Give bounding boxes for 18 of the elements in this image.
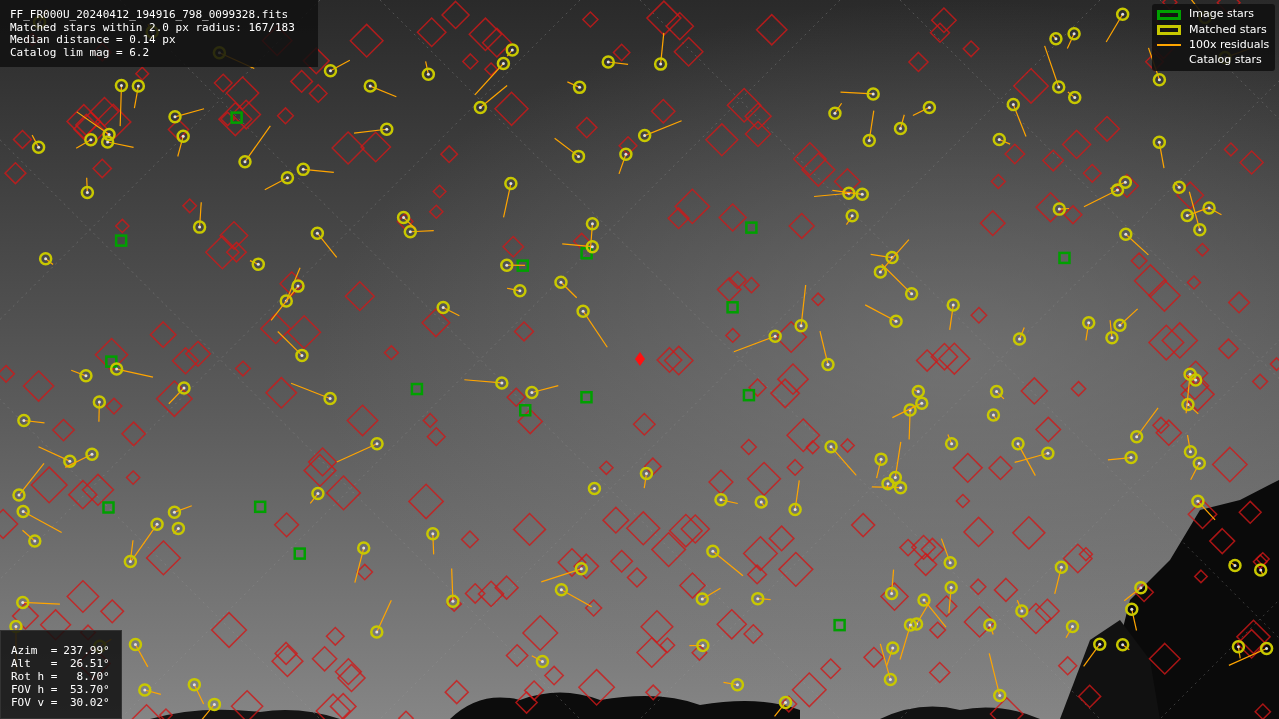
parameter-label: FOV h =	[11, 683, 58, 696]
legend-label: Image stars	[1189, 6, 1254, 23]
info-text: FF_FR000U_20240412_194916_798_0099328.fits	[10, 9, 290, 22]
parameter-value: 26.51°	[68, 657, 110, 670]
parameter-label: Alt =	[11, 657, 58, 670]
info-text: Matched stars within 2.0 px radius: 167/183	[10, 21, 296, 34]
info-text: Catalog lim mag = 6.2	[10, 46, 151, 59]
legend-label: Matched stars	[1189, 21, 1267, 38]
legend-label: 100x residuals	[1189, 36, 1270, 53]
parameter-value: 30.02°	[68, 696, 110, 709]
parameter-value: 8.70°	[75, 670, 110, 683]
legend-label: Catalog stars	[1189, 52, 1262, 69]
parameter-value: 53.70°	[68, 683, 110, 696]
parameter-label: Rot h =	[11, 670, 58, 683]
parameter-value: 237.99°	[63, 644, 110, 657]
parameter-label: Azim =	[11, 644, 58, 657]
info-text: Median distance = 0.14 px	[10, 34, 177, 47]
parameter-label: FOV v =	[11, 696, 58, 709]
